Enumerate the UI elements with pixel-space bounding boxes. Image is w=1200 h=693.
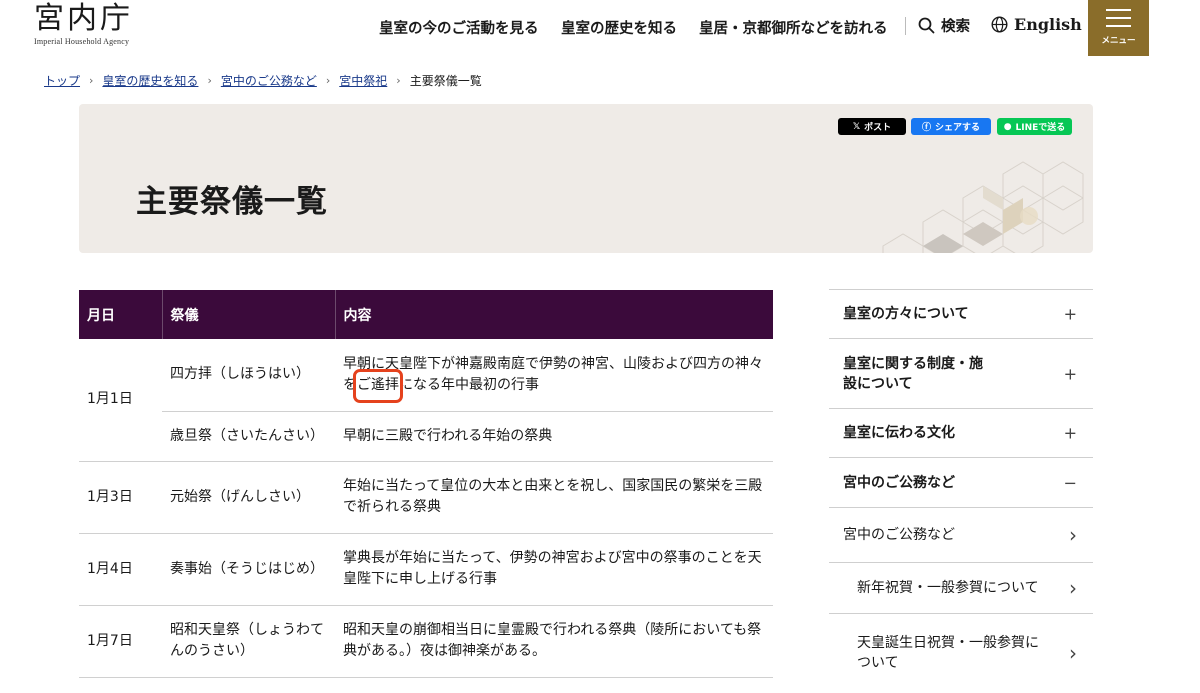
- sidenav-item-duties-expanded[interactable]: 宮中のご公務など −: [829, 458, 1093, 508]
- date-cell: 1月7日: [79, 605, 162, 678]
- chevron-right-icon: ›: [89, 74, 94, 87]
- table-row: 1月4日 奏事始（そうじはじめ） 掌典長が年始に当たって、伊勢の神宮および宮中の…: [79, 533, 773, 606]
- sidenav-subitem-new-year[interactable]: 新年祝賀・一般参賀について ›: [829, 563, 1093, 614]
- table-row: 歳旦祭（さいたんさい） 早朝に三殿で行われる年始の祭典: [79, 411, 773, 462]
- share-facebook-button[interactable]: ⓕ シェアする: [911, 118, 991, 135]
- content-cell: 早朝に三殿で行われる年始の祭典: [335, 411, 773, 462]
- nav-divider: [905, 17, 906, 35]
- chevron-right-icon: ›: [1069, 523, 1077, 547]
- chevron-right-icon: ›: [207, 74, 212, 87]
- global-nav-label: 皇居・京都御所などを訪れる: [699, 20, 888, 37]
- sidenav-item-systems-facilities[interactable]: 皇室に関する制度・施設について +: [829, 339, 1093, 409]
- breadcrumb-link-rituals[interactable]: 宮中祭祀: [339, 72, 387, 89]
- chevron-right-icon: ›: [1069, 641, 1077, 665]
- share-x-label: ポスト: [864, 123, 892, 133]
- breadcrumb-link-duties[interactable]: 宮中のご公務など: [221, 72, 317, 89]
- sidenav-item-culture[interactable]: 皇室に伝わる文化 +: [829, 409, 1093, 458]
- menu-label: メニュー: [1101, 36, 1136, 46]
- table-header-row: 月日 祭儀 内容: [79, 290, 773, 339]
- global-nav-item-activities[interactable]: 皇室の今のご活動を見る: [379, 16, 539, 38]
- search-icon: [918, 17, 935, 34]
- logo-sub-text: Imperial Household Agency: [34, 37, 130, 46]
- date-cell: 1月3日: [79, 461, 162, 534]
- breadcrumb: トップ › 皇室の歴史を知る › 宮中のご公務など › 宮中祭祀 › 主要祭儀一…: [44, 72, 482, 89]
- date-cell: 1月1日: [79, 339, 162, 462]
- hamburger-icon: [1106, 9, 1131, 33]
- share-line-label: LINEで送る: [1015, 123, 1066, 133]
- chevron-right-icon: ›: [396, 74, 401, 87]
- sidenav-label: 皇室に関する制度・施設について: [843, 355, 983, 392]
- plus-icon: +: [1063, 364, 1077, 383]
- highlighted-text: ご遙拝: [353, 368, 403, 403]
- search-label: 検索: [941, 19, 970, 35]
- english-label: English: [1014, 15, 1082, 34]
- plus-icon: +: [1063, 423, 1077, 443]
- share-line-button[interactable]: ● LINEで送る: [997, 118, 1072, 135]
- global-nav-label: 皇室の歴史を知る: [561, 20, 677, 37]
- plus-icon: +: [1063, 304, 1077, 324]
- table-row: 1月7日 昭和天皇祭（しょうわてんのうさい） 昭和天皇の崩御相当日に皇霊殿で行わ…: [79, 605, 773, 678]
- globe-icon: [991, 16, 1008, 33]
- side-navigation: 皇室の方々について + 皇室に関する制度・施設について + 皇室に伝わる文化 +…: [829, 289, 1093, 692]
- english-button[interactable]: English: [991, 15, 1082, 34]
- column-header-content: 内容: [335, 290, 773, 339]
- sidenav-subitem-duties[interactable]: 宮中のご公務など ›: [829, 508, 1093, 563]
- date-cell: 1月4日: [79, 533, 162, 606]
- column-header-date: 月日: [79, 290, 163, 339]
- rite-cell: 奏事始（そうじはじめ）: [162, 533, 335, 606]
- sidenav-label: 宮中のご公務など: [843, 474, 955, 491]
- content-text: になる年中最初の行事: [399, 376, 539, 393]
- sidenav-label: 皇室の方々について: [843, 306, 969, 322]
- logo-main-text: 宮内庁: [34, 1, 133, 36]
- facebook-icon: ⓕ: [921, 123, 931, 133]
- sidenav-label: 新年祝賀・一般参賀について: [857, 580, 1039, 596]
- content-cell: 昭和天皇の崩御相当日に皇霊殿で行われる祭典（陵所においても祭典がある。）夜は御神…: [335, 605, 773, 678]
- table-row: 1月1日 四方拝（しほうはい） 早朝に天皇陛下が神嘉殿南庭で伊勢の神宮、山陵およ…: [79, 339, 773, 462]
- site-header: 宮内庁 Imperial Household Agency 皇室の今のご活動を見…: [0, 0, 1200, 58]
- share-x-button[interactable]: 𝕏 ポスト: [838, 118, 906, 135]
- global-nav-item-visit[interactable]: 皇居・京都御所などを訪れる: [699, 16, 888, 38]
- line-icon: ●: [1003, 121, 1012, 132]
- chevron-right-icon: ›: [1069, 576, 1077, 600]
- site-logo[interactable]: 宮内庁 Imperial Household Agency: [34, 2, 144, 52]
- rite-cell: 昭和天皇祭（しょうわてんのうさい）: [162, 605, 335, 678]
- sidenav-label: 天皇誕生日祝賀・一般参賀について: [857, 635, 1039, 671]
- breadcrumb-current: 主要祭儀一覧: [409, 74, 482, 88]
- global-nav-label: 皇室の今のご活動を見る: [379, 20, 539, 37]
- sidenav-item-imperial-family[interactable]: 皇室の方々について +: [829, 290, 1093, 339]
- rituals-table: 月日 祭儀 内容 1月1日 四方拝（しほうはい） 早朝に天皇陛下が神嘉殿南庭で伊…: [79, 290, 773, 678]
- page-title: 主要祭儀一覧: [136, 184, 328, 220]
- content-cell: 早朝に天皇陛下が神嘉殿南庭で伊勢の神宮、山陵および四方の神々をご遙拝になる年中最…: [335, 339, 773, 412]
- search-button[interactable]: 検索: [918, 15, 970, 36]
- column-header-rite: 祭儀: [162, 290, 336, 339]
- content-cell: 年始に当たって皇位の大本と由来とを祝し、国家国民の繁栄を三殿で祈られる祭典: [335, 461, 773, 534]
- rite-cell: 歳旦祭（さいたんさい）: [162, 411, 335, 462]
- table-row: 1月3日 元始祭（げんしさい） 年始に当たって皇位の大本と由来とを祝し、国家国民…: [79, 461, 773, 534]
- page-hero: 𝕏 ポスト ⓕ シェアする ● LINEで送る 主要祭儀一覧: [79, 104, 1093, 253]
- breadcrumb-link-top[interactable]: トップ: [44, 72, 80, 89]
- global-nav-item-history[interactable]: 皇室の歴史を知る: [561, 16, 677, 38]
- x-logo-icon: 𝕏: [852, 121, 861, 132]
- minus-icon: −: [1063, 473, 1077, 492]
- content-cell: 掌典長が年始に当たって、伊勢の神宮および宮中の祭事のことを天皇陛下に申し上げる行…: [335, 533, 773, 606]
- menu-button[interactable]: メニュー: [1088, 0, 1149, 56]
- breadcrumb-link-history[interactable]: 皇室の歴史を知る: [102, 72, 198, 89]
- hexagon-pattern-decoration: [882, 161, 1084, 253]
- chevron-right-icon: ›: [325, 74, 331, 87]
- sidenav-subitem-birthday[interactable]: 天皇誕生日祝賀・一般参賀について ›: [829, 614, 1093, 692]
- rite-cell: 四方拝（しほうはい）: [162, 339, 335, 412]
- rite-cell: 元始祭（げんしさい）: [162, 461, 335, 534]
- sidenav-label: 宮中のご公務など: [843, 527, 955, 543]
- share-facebook-label: シェアする: [935, 123, 981, 133]
- sidenav-label: 皇室に伝わる文化: [843, 425, 955, 441]
